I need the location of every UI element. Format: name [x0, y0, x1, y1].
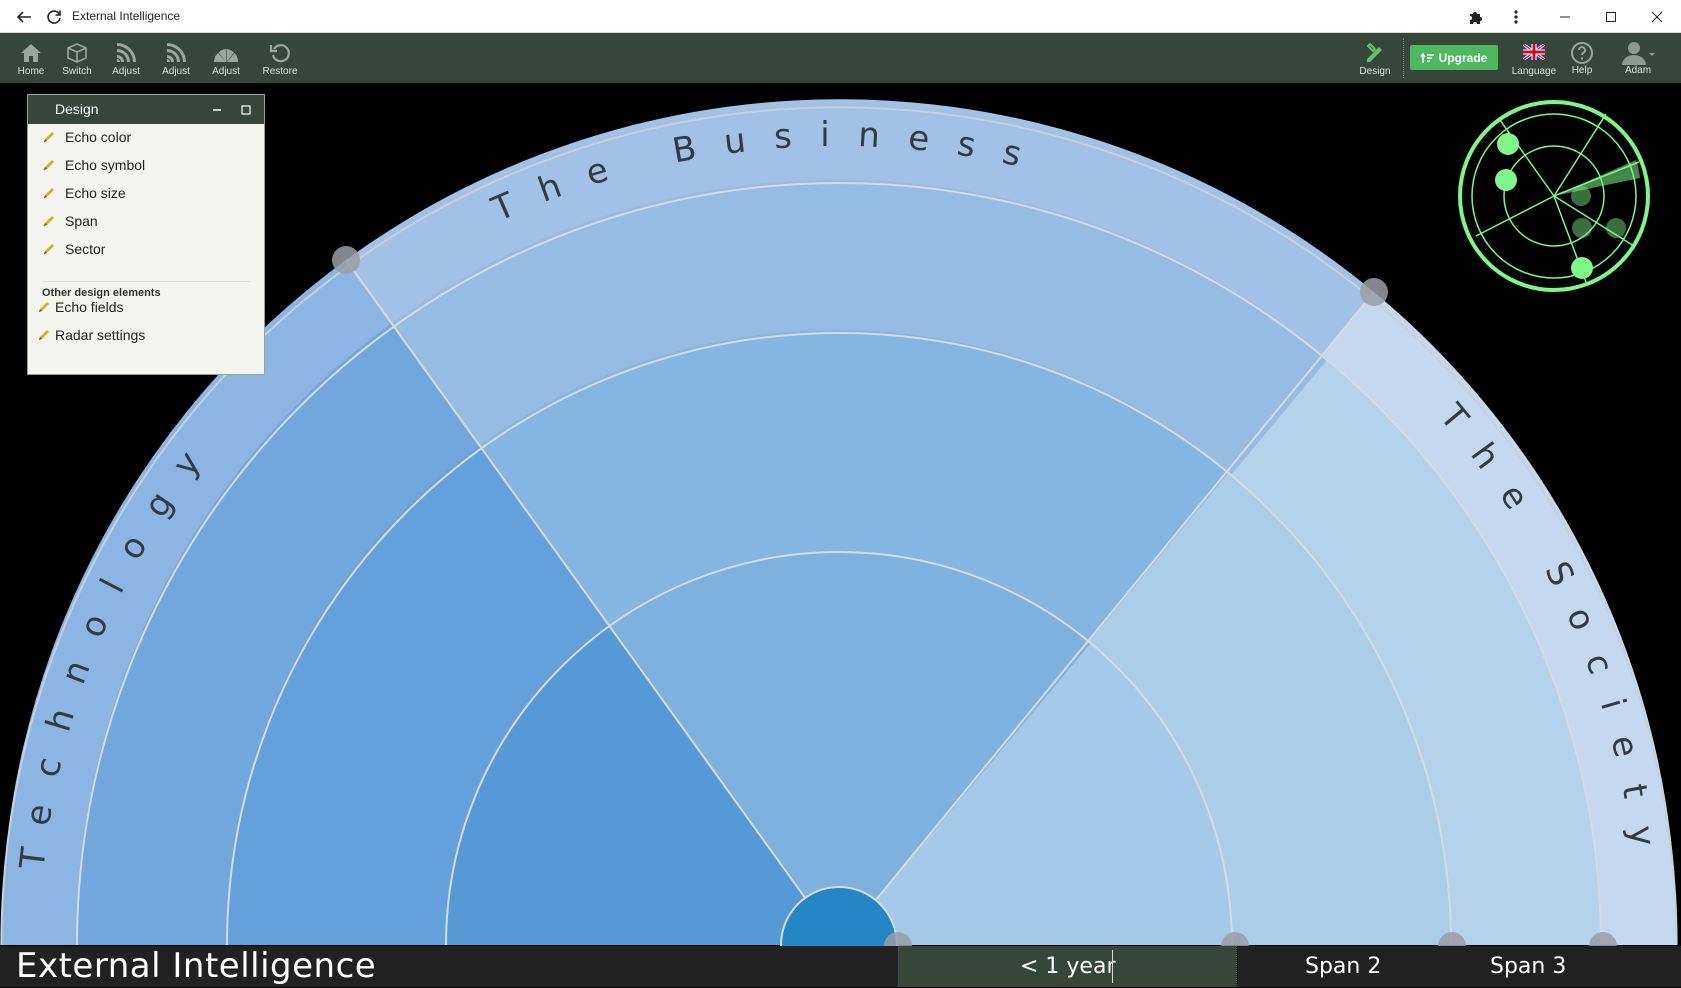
adjust-spans-button[interactable]: Adjust: [151, 33, 201, 83]
puzzle-icon: [1470, 11, 1482, 24]
pencil-icon: [44, 244, 54, 254]
kebab-menu-icon: [1514, 9, 1518, 24]
restore-label: Restore: [262, 66, 298, 77]
user-avatar-icon: [1622, 42, 1655, 65]
refresh-button[interactable]: [40, 0, 68, 33]
pencil-icon: [39, 330, 49, 340]
sector-handle-business-society[interactable]: [1360, 278, 1388, 306]
help-label: Help: [1571, 65, 1593, 76]
extensions-button[interactable]: [1462, 0, 1490, 33]
maximize-icon: [241, 104, 251, 115]
home-icon: [21, 44, 41, 62]
more-menu-button[interactable]: [1502, 0, 1530, 33]
rings-icon: [167, 43, 186, 62]
home-label: Home: [17, 66, 45, 77]
design-item-label: Span: [65, 213, 98, 229]
help-icon: [1571, 42, 1593, 64]
close-icon: [1651, 11, 1663, 22]
app-title: External Intelligence: [16, 946, 377, 986]
design-item-echo-symbol[interactable]: Echo symbol: [42, 157, 145, 173]
restore-button[interactable]: Restore: [255, 33, 305, 83]
switch-label: Switch: [62, 66, 92, 77]
pencil-icon: [44, 188, 54, 198]
design-panel-title: Design: [55, 101, 99, 117]
window-titlebar: External Intelligence: [0, 0, 1681, 33]
design-item-label: Echo color: [65, 129, 132, 145]
panel-maximize-button[interactable]: [236, 95, 256, 124]
span-label-2[interactable]: Span 2: [1305, 946, 1381, 987]
adjust-label-2: Adjust: [162, 66, 190, 77]
span-label-1[interactable]: < 1 year: [1020, 946, 1116, 987]
minimap-radar[interactable]: [1456, 98, 1652, 294]
design-item-echo-color[interactable]: Echo color: [42, 129, 131, 145]
cube-icon: [67, 43, 87, 63]
restore-icon: [269, 44, 290, 63]
sector-handle-technology-business[interactable]: [332, 246, 360, 274]
panel-minimize-button[interactable]: [207, 95, 227, 124]
adjust-label-1: Adjust: [112, 66, 140, 77]
design-item-label: Sector: [65, 241, 106, 257]
design-item-label: Echo size: [65, 185, 126, 201]
language-label: Language: [1511, 66, 1557, 77]
design-panel: Design Echo color Echo symbol Echo size …: [27, 94, 265, 375]
adjust-sectors-button[interactable]: Adjust: [201, 33, 251, 83]
design-item-sector[interactable]: Sector: [42, 241, 105, 257]
adjust-label-3: Adjust: [212, 66, 240, 77]
back-arrow-icon: [16, 10, 31, 23]
maximize-icon: [1606, 11, 1616, 22]
maximize-window-button[interactable]: [1596, 0, 1626, 33]
text-cursor: [1112, 950, 1113, 983]
language-button[interactable]: Language: [1507, 33, 1561, 83]
sectors-icon: [213, 49, 239, 62]
minimize-icon: [1560, 16, 1570, 17]
uk-flag-icon: [1523, 44, 1545, 60]
span-divider: [1236, 946, 1237, 987]
user-menu-button[interactable]: Adam: [1610, 33, 1666, 83]
upgrade-button[interactable]: Upgrade: [1410, 45, 1498, 70]
upgrade-icon: [1420, 52, 1434, 63]
back-button[interactable]: [10, 0, 38, 33]
design-item-radar-settings[interactable]: Radar settings: [37, 327, 145, 343]
design-button[interactable]: Design: [1350, 33, 1400, 83]
span-label-3[interactable]: Span 3: [1490, 946, 1566, 987]
refresh-icon: [47, 9, 61, 24]
panel-divider: [42, 281, 250, 282]
design-item-echo-size[interactable]: Echo size: [42, 185, 126, 201]
pencil-icon: [39, 302, 49, 312]
toolbar-separator: [1403, 38, 1404, 78]
close-window-button[interactable]: [1642, 0, 1672, 33]
design-item-label: Radar settings: [55, 327, 146, 343]
span-divider: [898, 946, 899, 987]
design-item-label: Echo symbol: [65, 157, 146, 173]
user-label: Adam: [1624, 65, 1652, 76]
window-title: External Intelligence: [72, 9, 181, 23]
home-button[interactable]: Home: [6, 33, 56, 83]
switch-button[interactable]: Switch: [52, 33, 102, 83]
minimize-window-button[interactable]: [1550, 0, 1580, 33]
pencil-icon: [44, 160, 54, 170]
pencil-icon: [44, 216, 54, 226]
design-tools-icon: [1366, 42, 1382, 62]
design-item-label: Echo fields: [55, 299, 124, 315]
design-item-echo-fields[interactable]: Echo fields: [37, 299, 123, 315]
design-panel-header: Design: [28, 95, 264, 124]
rings-icon: [117, 43, 136, 62]
upgrade-label: Upgrade: [1438, 50, 1488, 65]
adjust-rings-button[interactable]: Adjust: [101, 33, 151, 83]
other-design-heading: Other design elements: [42, 287, 161, 299]
design-label: Design: [1359, 66, 1391, 77]
pencil-icon: [44, 132, 54, 142]
help-button[interactable]: Help: [1557, 33, 1607, 83]
design-item-span[interactable]: Span: [42, 213, 98, 229]
minimize-icon: [213, 108, 221, 111]
